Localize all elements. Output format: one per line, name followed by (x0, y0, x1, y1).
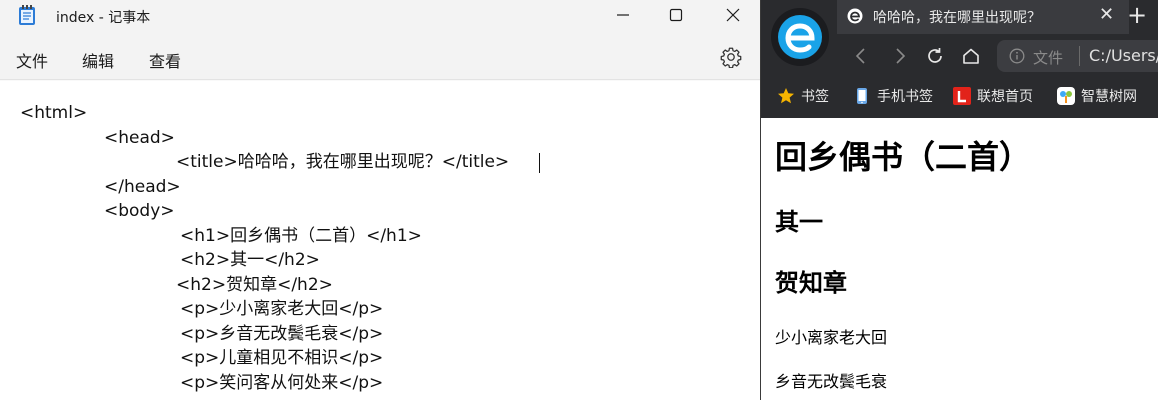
notepad-window-title: index - 记事本 (56, 10, 151, 26)
close-button[interactable] (710, 0, 756, 30)
maximize-button[interactable] (653, 0, 699, 30)
bookmark-item[interactable]: 联想首页 (953, 84, 1033, 108)
code-line: <body> (104, 201, 175, 221)
address-url: C:/Users/ (1089, 46, 1158, 65)
forward-button[interactable] (888, 44, 912, 68)
code-line: </head> (104, 177, 181, 197)
maximize-icon (669, 8, 683, 22)
menu-file[interactable]: 文件 (16, 48, 48, 72)
tab-favicon-icon (847, 8, 863, 24)
new-tab-icon[interactable]: + (1127, 2, 1147, 28)
home-icon (963, 48, 979, 64)
minimize-button[interactable] (600, 0, 646, 30)
info-icon[interactable] (1009, 48, 1025, 64)
bookmark-item[interactable]: 智慧树网 (1057, 84, 1137, 108)
code-line: <html> (20, 103, 88, 123)
page-heading: 回乡偶书（二首） (775, 138, 1032, 176)
address-separator (1079, 46, 1080, 66)
code-line: <title>哈哈哈，我在哪里出现呢？</title> (176, 152, 510, 172)
gear-icon[interactable] (720, 46, 742, 68)
page-paragraph: 少小离家老大回 (775, 328, 888, 347)
browser-window: 哈哈哈，我在哪里出现呢？ ✕ + 文件 C:/Users/ 书签 手机书签 联想… (760, 0, 1158, 400)
notepad-app-icon (19, 5, 35, 25)
notepad-text-area[interactable]: <html> <head> <title>哈哈哈，我在哪里出现呢？</title… (0, 81, 760, 400)
tab-title: 哈哈哈，我在哪里出现呢？ (873, 10, 1041, 26)
minimize-icon (617, 14, 629, 16)
notepad-window: index - 记事本 文件 编辑 查看 <html> <head> <titl… (0, 0, 760, 400)
browser-tab[interactable]: 哈哈哈，我在哪里出现呢？ ✕ (837, 0, 1129, 34)
bookmarks-bar: 书签 手机书签 联想首页 智慧树网 (761, 80, 1158, 112)
code-line: <p>儿童相见不相识</p> (180, 348, 384, 368)
code-line: <h1>回乡偶书（二首）</h1> (180, 226, 422, 246)
bookmark-label: 联想首页 (977, 89, 1033, 105)
chevron-right-icon (896, 48, 906, 64)
reload-icon (928, 48, 942, 63)
page-content: 回乡偶书（二首） 其一 贺知章 少小离家老大回 乡音无改鬓毛衰 (761, 118, 1158, 400)
close-icon (726, 8, 740, 22)
page-paragraph: 乡音无改鬓毛衰 (775, 372, 888, 391)
notepad-menu-bar: 文件 编辑 查看 (0, 32, 760, 80)
code-line: <p>乡音无改鬓毛衰</p> (180, 324, 384, 344)
code-line: <h2>其一</h2> (180, 250, 320, 270)
bookmark-label: 手机书签 (877, 89, 933, 105)
code-line: <p>少小离家老大回</p> (180, 299, 384, 319)
browser-logo-icon[interactable] (769, 6, 831, 68)
bookmark-label: 书签 (801, 89, 829, 105)
menu-view[interactable]: 查看 (149, 48, 181, 72)
tab-close-icon[interactable]: ✕ (1099, 5, 1114, 25)
page-subheading: 贺知章 (775, 268, 847, 297)
back-button[interactable] (849, 44, 873, 68)
zhihuishu-logo-icon (1057, 87, 1075, 105)
bookmark-item[interactable]: 书签 (777, 84, 829, 108)
menu-edit[interactable]: 编辑 (82, 48, 114, 72)
browser-toolbar: 哈哈哈，我在哪里出现呢？ ✕ + 文件 C:/Users/ 书签 手机书签 联想… (761, 0, 1158, 118)
page-subheading: 其一 (775, 207, 823, 236)
bookmark-label: 智慧树网 (1081, 89, 1137, 105)
home-button[interactable] (959, 44, 983, 68)
star-icon (778, 88, 794, 104)
code-line: <h2>贺知章</h2> (176, 275, 333, 295)
address-scheme-label: 文件 (1033, 49, 1064, 67)
text-caret (539, 153, 540, 173)
lenovo-logo-icon (953, 87, 971, 105)
bookmark-item[interactable]: 手机书签 (853, 84, 933, 108)
code-line: <p>笑问客从何处来</p> (180, 373, 384, 393)
code-line: <head> (104, 128, 175, 148)
phone-icon (857, 88, 867, 104)
chevron-left-icon (855, 48, 865, 64)
address-bar[interactable]: 文件 C:/Users/ (997, 40, 1158, 72)
reload-button[interactable] (923, 44, 947, 68)
notepad-title-bar[interactable]: index - 记事本 (0, 0, 760, 32)
